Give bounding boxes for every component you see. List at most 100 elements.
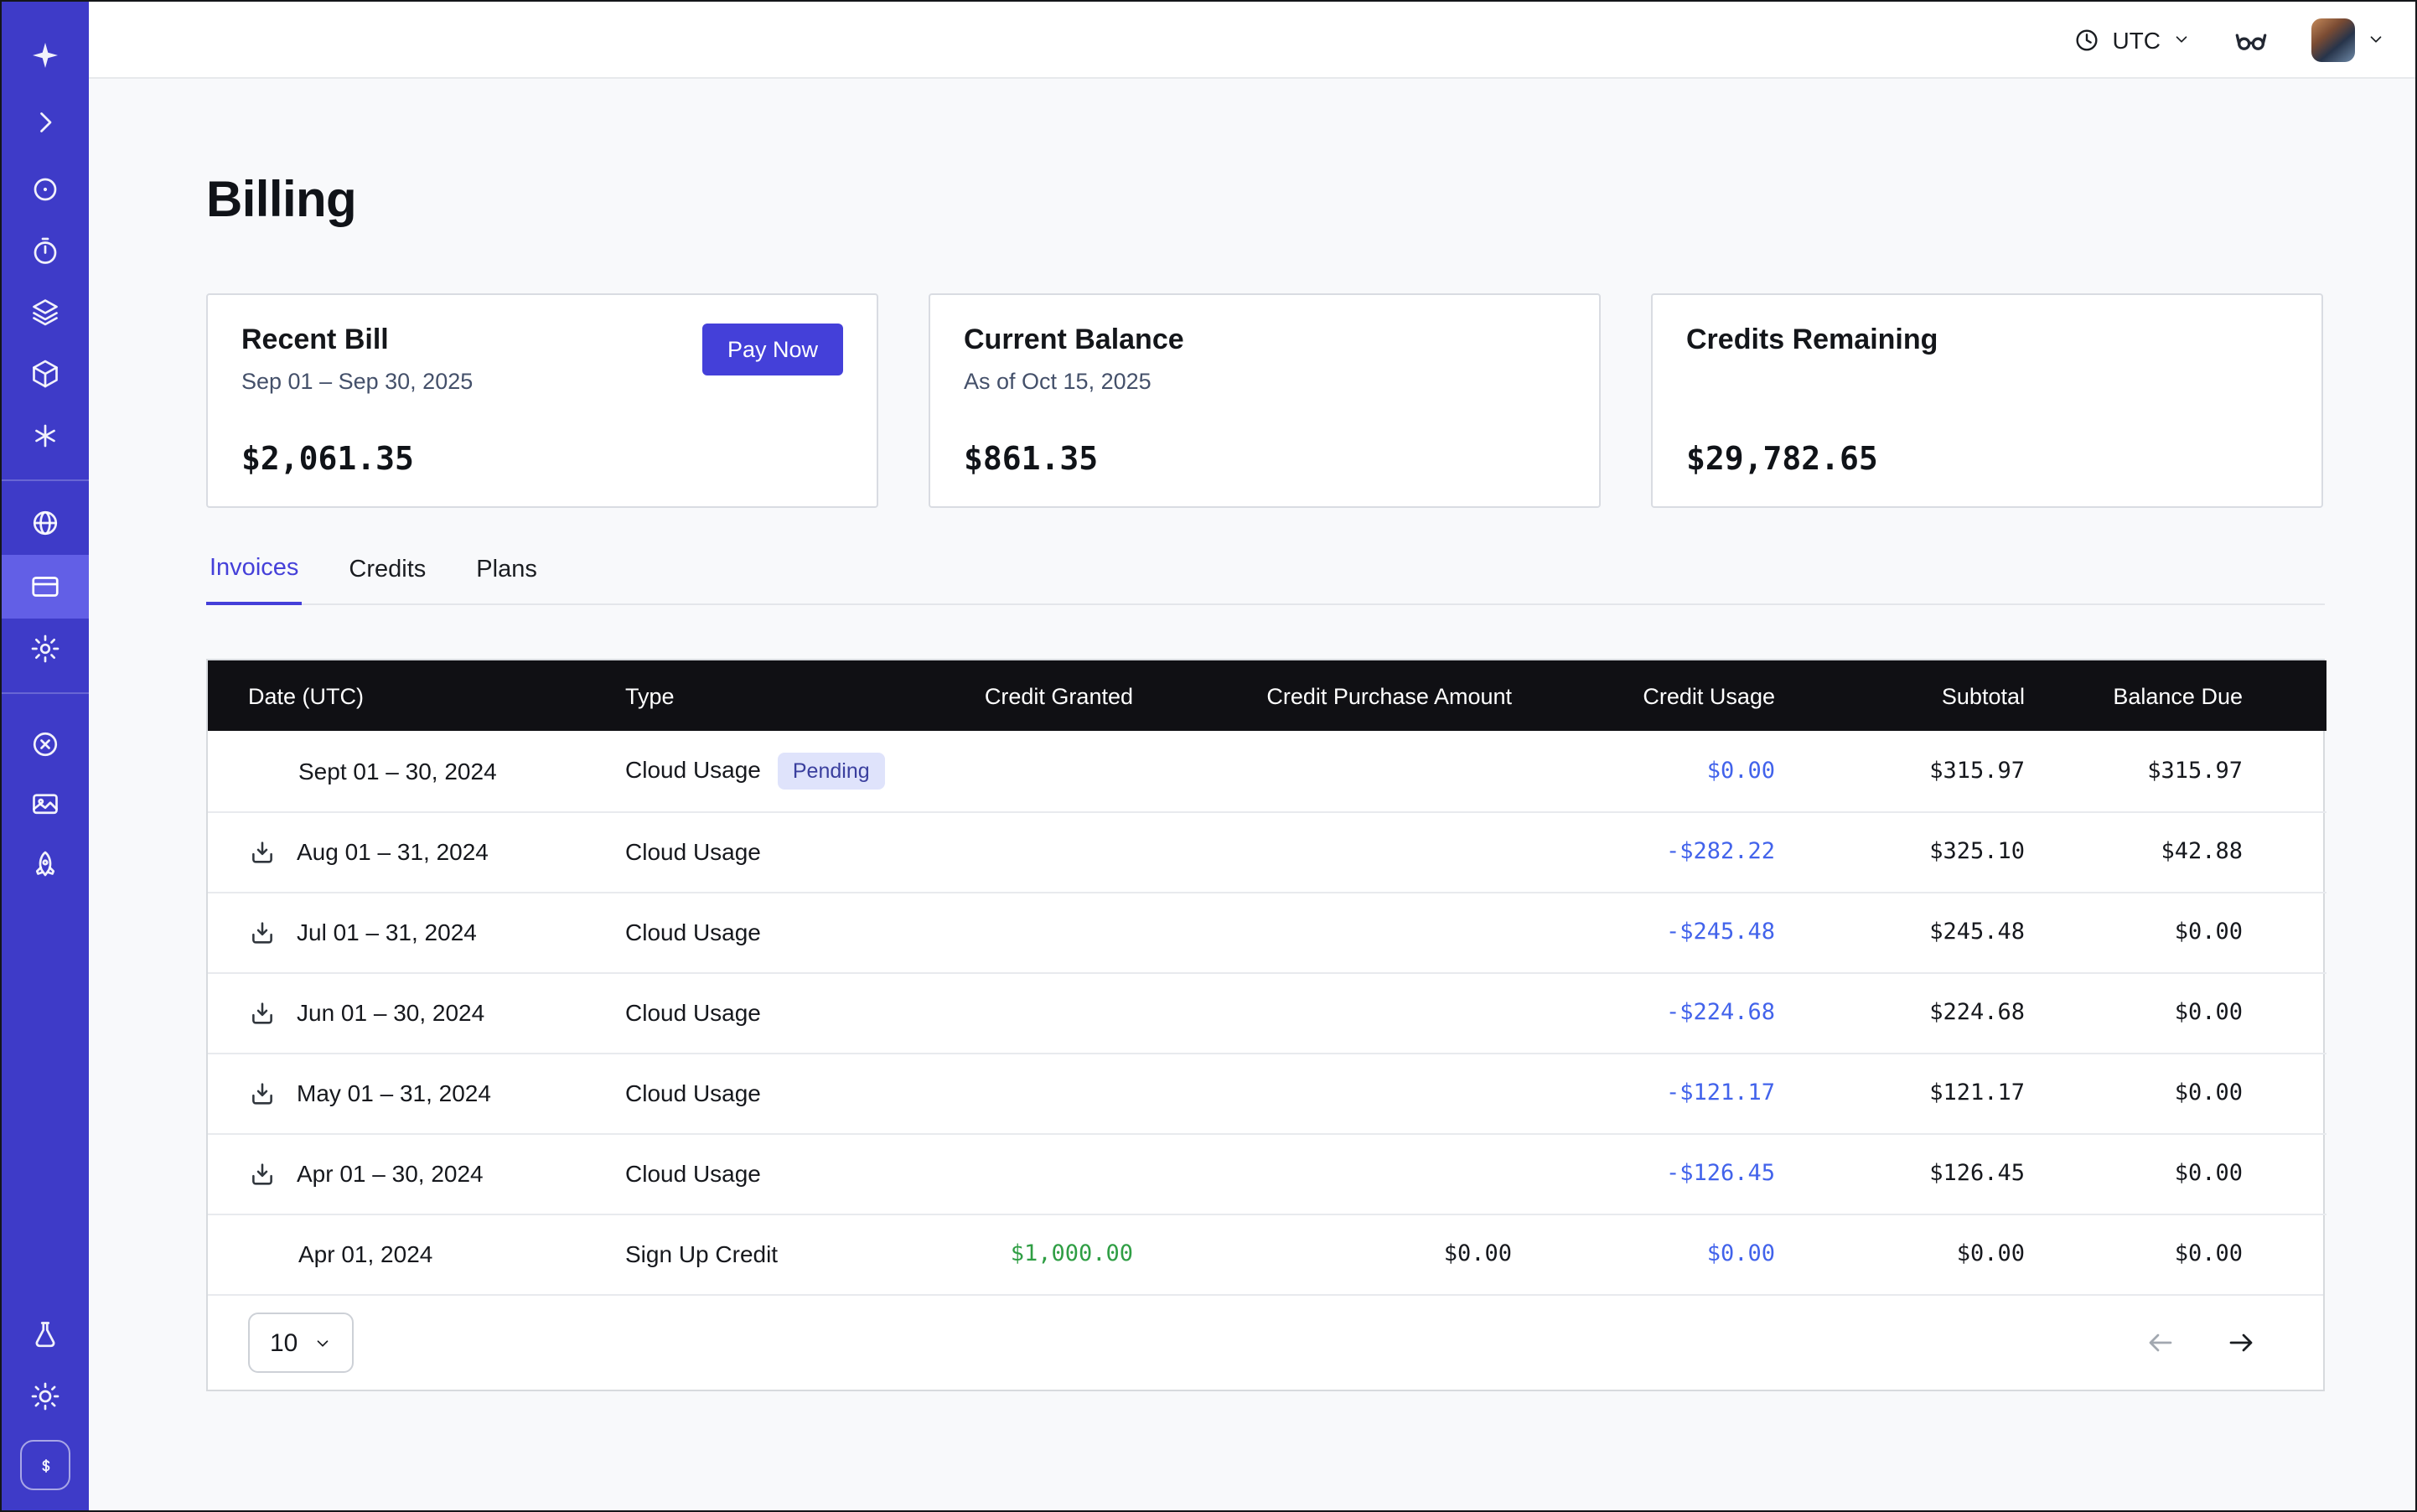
clock-icon bbox=[2073, 26, 2100, 53]
credit-granted: $1,000.00 bbox=[945, 1214, 1133, 1294]
invoice-row: Jun 01 – 30, 2024 Cloud Usage -$224.68 $… bbox=[208, 972, 2326, 1053]
subtotal: $126.45 bbox=[1775, 1133, 2025, 1214]
invoice-row: May 01 – 31, 2024 Cloud Usage -$121.17 $… bbox=[208, 1053, 2326, 1133]
chevron-right-icon[interactable] bbox=[2, 91, 89, 154]
flask-icon[interactable] bbox=[2, 1302, 89, 1366]
credit-usage: -$121.17 bbox=[1512, 1053, 1775, 1133]
column-header-credit-usage: Credit Usage bbox=[1512, 660, 1775, 731]
download-invoice-icon[interactable] bbox=[248, 837, 277, 866]
download-invoice-icon[interactable] bbox=[248, 1159, 277, 1188]
column-header-credit-purchase: Credit Purchase Amount bbox=[1133, 660, 1512, 731]
gear-icon[interactable] bbox=[2, 617, 89, 681]
recent-bill-card: Recent Bill Sep 01 – Sep 30, 2025 Pay No… bbox=[206, 293, 878, 508]
globe-icon[interactable] bbox=[2, 491, 89, 555]
dollar-icon bbox=[20, 1440, 70, 1490]
credit-purchase bbox=[1133, 1053, 1512, 1133]
credit-purchase bbox=[1133, 731, 1512, 811]
credit-usage: -$126.45 bbox=[1512, 1133, 1775, 1214]
balance-due: $0.00 bbox=[2025, 972, 2326, 1053]
invoice-date: Jun 01 – 30, 2024 bbox=[297, 999, 484, 1026]
recent-bill-amount: $2,061.35 bbox=[241, 441, 843, 478]
column-header-credit-granted: Credit Granted bbox=[945, 660, 1133, 731]
account-menu[interactable] bbox=[2311, 18, 2385, 61]
chevron-down-icon bbox=[2172, 30, 2191, 49]
subtotal: $121.17 bbox=[1775, 1053, 2025, 1133]
credit-usage: $0.00 bbox=[1512, 731, 1775, 811]
screenshot-icon[interactable] bbox=[2, 773, 89, 836]
invoice-type: Cloud Usage bbox=[625, 1160, 761, 1187]
subtotal: $245.48 bbox=[1775, 892, 2025, 972]
sun-icon[interactable] bbox=[2, 1364, 89, 1428]
page-title: Billing bbox=[206, 173, 2415, 230]
status-badge: Pending bbox=[778, 753, 885, 790]
dollar-button[interactable] bbox=[2, 1433, 89, 1497]
avatar bbox=[2311, 18, 2355, 61]
column-header-subtotal: Subtotal bbox=[1775, 660, 2025, 731]
card-title: Recent Bill bbox=[241, 324, 473, 357]
download-invoice-icon[interactable] bbox=[248, 918, 277, 946]
pay-now-button[interactable]: Pay Now bbox=[702, 324, 843, 375]
topbar: UTC bbox=[89, 2, 2415, 79]
main-content: Billing Recent Bill Sep 01 – Sep 30, 202… bbox=[89, 79, 2415, 1510]
radar-icon[interactable] bbox=[2, 158, 89, 221]
current-balance-card: Current Balance As of Oct 15, 2025 $861.… bbox=[929, 293, 1601, 508]
billing-card-icon[interactable] bbox=[2, 555, 89, 619]
table-footer: 10 bbox=[208, 1294, 2323, 1390]
invoice-date: May 01 – 31, 2024 bbox=[297, 1080, 491, 1106]
credit-granted bbox=[945, 1053, 1133, 1133]
page-size-select[interactable]: 10 bbox=[248, 1313, 353, 1373]
subtotal: $315.97 bbox=[1775, 731, 2025, 811]
chevron-down-icon bbox=[2367, 30, 2385, 49]
tab-invoices[interactable]: Invoices bbox=[206, 555, 302, 605]
balance-due: $315.97 bbox=[2025, 731, 2326, 811]
summary-cards: Recent Bill Sep 01 – Sep 30, 2025 Pay No… bbox=[206, 293, 2325, 508]
invoice-type: Cloud Usage bbox=[625, 756, 761, 783]
credit-usage: $0.00 bbox=[1512, 1214, 1775, 1294]
cube-icon[interactable] bbox=[2, 342, 89, 406]
credits-remaining-card: Credits Remaining $29,782.65 bbox=[1651, 293, 2323, 508]
invoice-date: Aug 01 – 31, 2024 bbox=[297, 838, 489, 865]
invoice-type: Sign Up Credit bbox=[625, 1241, 778, 1268]
timezone-dropdown[interactable]: UTC bbox=[2073, 26, 2191, 53]
invoice-date: Jul 01 – 31, 2024 bbox=[297, 919, 477, 945]
circle-x-icon[interactable] bbox=[2, 712, 89, 776]
logo-spark-icon[interactable] bbox=[2, 23, 89, 87]
credits-remaining-amount: $29,782.65 bbox=[1686, 441, 2288, 478]
tab-plans[interactable]: Plans bbox=[473, 555, 541, 603]
credit-purchase bbox=[1133, 892, 1512, 972]
billing-tabs: Invoices Credits Plans bbox=[206, 555, 2325, 605]
invoice-date: Apr 01 – 30, 2024 bbox=[297, 1160, 484, 1187]
card-title: Credits Remaining bbox=[1686, 324, 2288, 357]
sidebar-divider bbox=[2, 479, 89, 481]
invoice-row: Apr 01, 2024 Sign Up Credit $1,000.00 $0… bbox=[208, 1214, 2326, 1294]
invoice-date: Sept 01 – 30, 2024 bbox=[298, 758, 497, 784]
tab-credits[interactable]: Credits bbox=[345, 555, 429, 603]
credit-purchase bbox=[1133, 811, 1512, 892]
credit-purchase: $0.00 bbox=[1133, 1214, 1512, 1294]
asterisk-icon[interactable] bbox=[2, 404, 89, 468]
glasses-icon bbox=[2234, 23, 2268, 56]
credit-granted bbox=[945, 892, 1133, 972]
rocket-icon[interactable] bbox=[2, 833, 89, 897]
glasses-button[interactable] bbox=[2234, 23, 2268, 56]
subtotal: $325.10 bbox=[1775, 811, 2025, 892]
invoice-row: Apr 01 – 30, 2024 Cloud Usage -$126.45 $… bbox=[208, 1133, 2326, 1214]
timer-icon[interactable] bbox=[2, 220, 89, 283]
card-subtitle: Sep 01 – Sep 30, 2025 bbox=[241, 369, 473, 394]
credit-granted bbox=[945, 1133, 1133, 1214]
download-invoice-icon[interactable] bbox=[248, 998, 277, 1027]
invoice-type: Cloud Usage bbox=[625, 919, 761, 945]
sidebar-divider bbox=[2, 692, 89, 694]
layers-icon[interactable] bbox=[2, 280, 89, 344]
download-invoice-icon[interactable] bbox=[248, 1079, 277, 1107]
balance-due: $0.00 bbox=[2025, 1214, 2326, 1294]
prev-page-button[interactable] bbox=[2145, 1328, 2176, 1358]
column-header-date: Date (UTC) bbox=[208, 660, 625, 731]
timezone-label: UTC bbox=[2112, 26, 2161, 53]
invoice-row: Sept 01 – 30, 2024 Cloud Usage Pending $0… bbox=[208, 731, 2326, 811]
invoice-date: Apr 01, 2024 bbox=[298, 1241, 432, 1268]
sidebar bbox=[2, 2, 89, 1510]
balance-due: $42.88 bbox=[2025, 811, 2326, 892]
invoices-table: Date (UTC) Type Credit Granted Credit Pu… bbox=[206, 659, 2325, 1391]
next-page-button[interactable] bbox=[2226, 1328, 2256, 1358]
